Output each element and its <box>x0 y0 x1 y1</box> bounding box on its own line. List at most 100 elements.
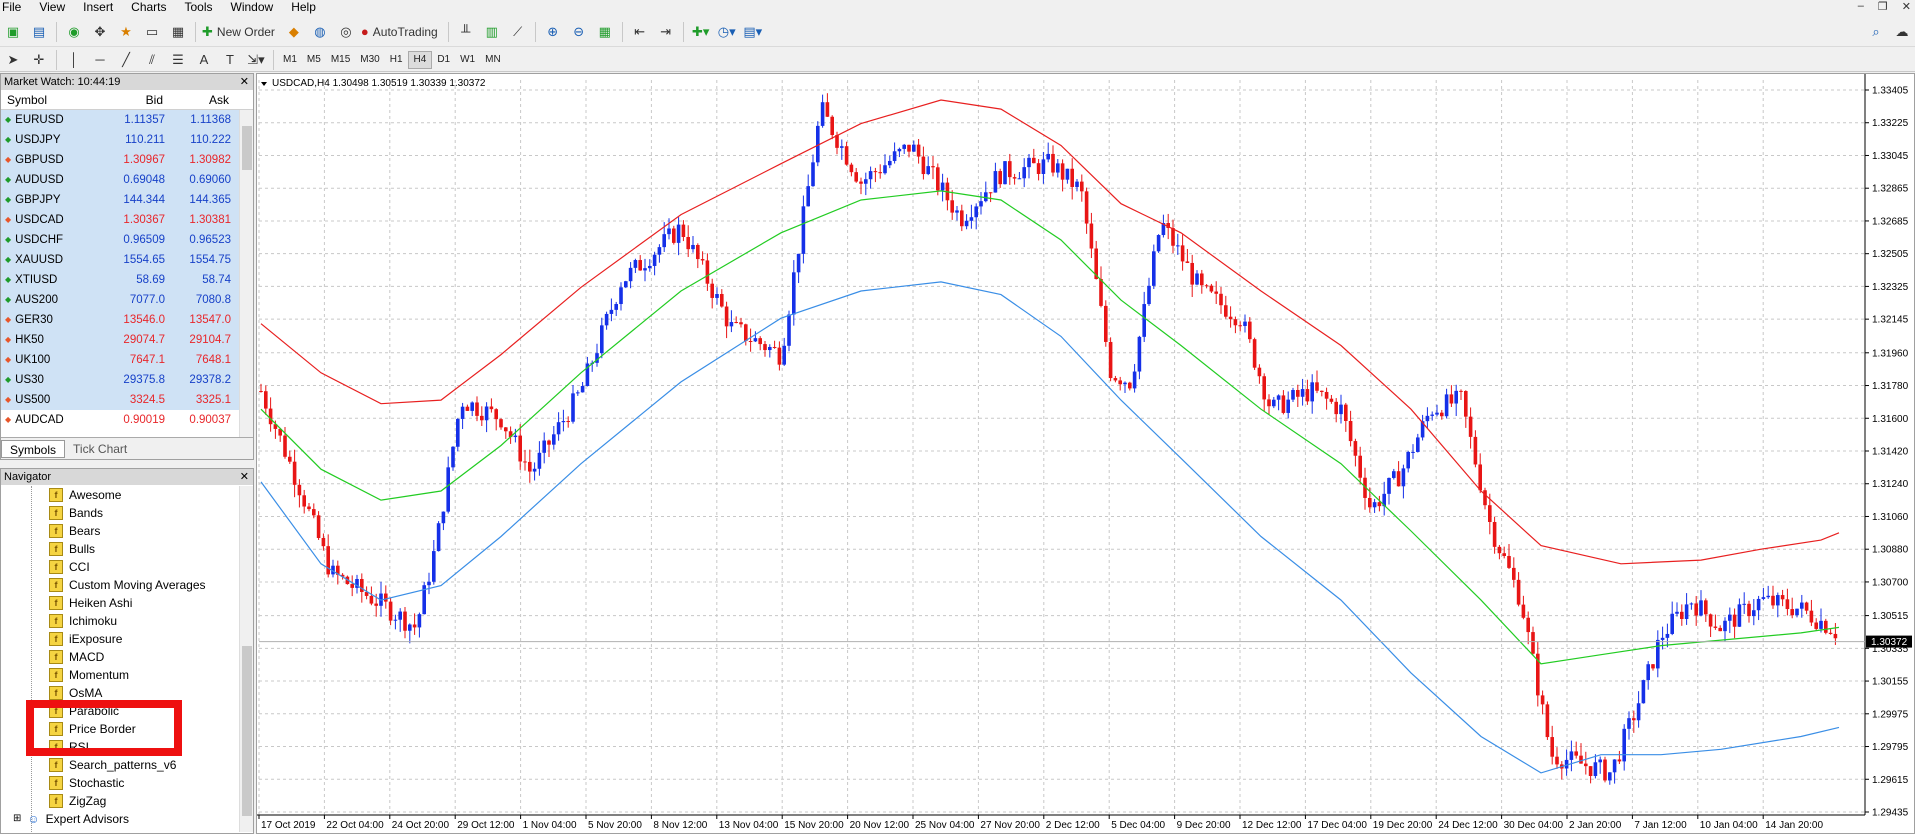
metaeditor-icon[interactable]: ◆ <box>283 21 305 43</box>
close-icon[interactable]: ✕ <box>1902 0 1911 15</box>
navigator-indicator-item[interactable]: f Search_patterns_v6 <box>1 756 237 774</box>
timeframe-h1[interactable]: H1 <box>385 51 408 69</box>
tab-tick-chart[interactable]: Tick Chart <box>65 440 135 458</box>
market-watch-row[interactable]: ◆ USDCHF 0.96509 0.96523 <box>1 230 239 250</box>
timeframe-m15[interactable]: M15 <box>326 51 355 69</box>
market-watch-row[interactable]: ◆ GBPUSD 1.30967 1.30982 <box>1 150 239 170</box>
price-chart[interactable]: 1.33405 1.33225 1.33045 1.32865 1.32685 1.325… <box>257 74 1914 833</box>
market-watch-row[interactable]: ◆ USDJPY 110.211 110.222 <box>1 130 239 150</box>
fibonacci-icon[interactable]: ☰ <box>167 49 189 71</box>
navigator-indicator-item[interactable]: f Bands <box>1 504 237 522</box>
search-icon[interactable]: ⌕ <box>1865 21 1887 43</box>
new-chart-icon[interactable]: ▣ <box>2 21 24 43</box>
options-icon[interactable]: ◍ <box>309 21 331 43</box>
menu-help[interactable]: Help <box>282 0 325 15</box>
menu-window[interactable]: Window <box>222 0 283 15</box>
line-chart-icon[interactable]: ⟋ <box>507 21 529 43</box>
market-watch-row[interactable]: ◆ GBPJPY 144.344 144.365 <box>1 190 239 210</box>
timeframe-h4[interactable]: H4 <box>407 50 433 69</box>
timeframe-w1[interactable]: W1 <box>455 51 480 69</box>
navigator-icon[interactable]: ★ <box>115 21 137 43</box>
menu-view[interactable]: View <box>30 0 74 15</box>
candle-body <box>1267 399 1271 407</box>
timeframe-d1[interactable]: D1 <box>432 51 455 69</box>
navigator-indicator-item[interactable]: f Momentum <box>1 666 237 684</box>
terminal-icon[interactable]: ▭ <box>141 21 163 43</box>
navigator-indicator-item[interactable]: f CCI <box>1 558 237 576</box>
market-watch-row[interactable]: ◆ USDCAD 1.30367 1.30381 <box>1 210 239 230</box>
timeframe-m5[interactable]: M5 <box>302 51 326 69</box>
text-label-icon[interactable]: T <box>219 49 241 71</box>
market-watch-scrollbar[interactable] <box>239 110 253 440</box>
autotrading-button[interactable]: ● AutoTrading <box>361 21 442 43</box>
navigator-indicator-item[interactable]: f Stochastic <box>1 774 237 792</box>
indicators-icon[interactable]: ✚▾ <box>690 21 712 43</box>
tab-symbols[interactable]: Symbols <box>1 439 66 458</box>
templates-icon[interactable]: ▤▾ <box>742 21 764 43</box>
market-watch-row[interactable]: ◆ AUS200 7077.0 7080.8 <box>1 290 239 310</box>
timeframe-mn[interactable]: MN <box>480 51 506 69</box>
chart-window[interactable]: 1.33405 1.33225 1.33045 1.32865 1.32685 1.325… <box>256 73 1915 834</box>
menu-insert[interactable]: Insert <box>74 0 122 15</box>
timeframe-m1[interactable]: M1 <box>278 51 302 69</box>
navigator-indicator-item[interactable]: f MACD <box>1 648 237 666</box>
auto-scroll-icon[interactable]: ⇤ <box>629 21 651 43</box>
navigator-indicator-item[interactable]: f Ichimoku <box>1 612 237 630</box>
market-watch-row[interactable]: ◆ XAUUSD 1554.65 1554.75 <box>1 250 239 270</box>
market-watch-row[interactable]: ◆ US30 29375.8 29378.2 <box>1 370 239 390</box>
chat-icon[interactable]: ☁ <box>1891 21 1913 43</box>
col-symbol[interactable]: Symbol <box>1 90 101 109</box>
equidistant-channel-icon[interactable]: ⫽ <box>141 49 163 71</box>
signals-icon[interactable]: ◎ <box>335 21 357 43</box>
restore-icon[interactable]: ❐ <box>1878 0 1888 15</box>
menu-charts[interactable]: Charts <box>122 0 175 15</box>
menu-file[interactable]: File <box>0 0 30 15</box>
col-ask[interactable]: Ask <box>169 90 235 109</box>
market-watch-row[interactable]: ◆ EURUSD 1.11357 1.11368 <box>1 110 239 130</box>
cursor-icon[interactable]: ➤ <box>2 49 24 71</box>
minimize-icon[interactable]: ‒ <box>1858 0 1864 15</box>
trendline-icon[interactable]: ╱ <box>115 49 137 71</box>
candle-body <box>360 578 364 592</box>
navigator-indicator-item[interactable]: f Custom Moving Averages <box>1 576 237 594</box>
close-icon[interactable]: ✕ <box>240 74 249 90</box>
candle-body <box>715 294 719 298</box>
periods-icon[interactable]: ◷▾ <box>716 21 738 43</box>
market-watch-row[interactable]: ◆ AUDUSD 0.69048 0.69060 <box>1 170 239 190</box>
chart-shift-icon[interactable]: ⇥ <box>655 21 677 43</box>
market-watch-row[interactable]: ◆ GER30 13546.0 13547.0 <box>1 310 239 330</box>
new-order-button[interactable]: ✚ New Order <box>202 21 279 43</box>
market-watch-row[interactable]: ◆ AUDCAD 0.90019 0.90037 <box>1 410 239 430</box>
timeframe-m30[interactable]: M30 <box>355 51 384 69</box>
zoom-in-icon[interactable]: ⊕ <box>542 21 564 43</box>
market-watch-row[interactable]: ◆ HK50 29074.7 29104.7 <box>1 330 239 350</box>
vertical-line-icon[interactable]: │ <box>63 49 85 71</box>
tile-windows-icon[interactable]: ▦ <box>594 21 616 43</box>
navigator-indicator-item[interactable]: f Heiken Ashi <box>1 594 237 612</box>
navigator-indicator-item[interactable]: f ZigZag <box>1 792 237 810</box>
arrows-icon[interactable]: ⇲▾ <box>245 49 267 71</box>
market-watch-row[interactable]: ◆ UK100 7647.1 7648.1 <box>1 350 239 370</box>
market-watch-row[interactable]: ◆ US500 3324.5 3325.1 <box>1 390 239 410</box>
crosshair-icon[interactable]: ✛ <box>28 49 50 71</box>
market-watch-row[interactable]: ◆ XTIUSD 58.69 58.74 <box>1 270 239 290</box>
menu-tools[interactable]: Tools <box>176 0 222 15</box>
profiles-icon[interactable]: ▤ <box>28 21 50 43</box>
candle-body <box>369 595 374 604</box>
navigator-indicator-item[interactable]: f Bears <box>1 522 237 540</box>
navigator-indicator-item[interactable]: f iExposure <box>1 630 237 648</box>
data-window-icon[interactable]: ✥ <box>89 21 111 43</box>
close-icon[interactable]: ✕ <box>240 469 249 485</box>
market-watch-icon[interactable]: ◉ <box>63 21 85 43</box>
text-icon[interactable]: A <box>193 49 215 71</box>
candlestick-icon[interactable]: ▥ <box>481 21 503 43</box>
navigator-expert-advisors[interactable]: ⊞ ☺ Expert Advisors <box>1 810 237 828</box>
bar-chart-icon[interactable]: ╨ <box>455 21 477 43</box>
navigator-indicator-item[interactable]: f Bulls <box>1 540 237 558</box>
strategy-tester-icon[interactable]: ▦ <box>167 21 189 43</box>
navigator-indicator-item[interactable]: f Awesome <box>1 486 237 504</box>
zoom-out-icon[interactable]: ⊖ <box>568 21 590 43</box>
col-bid[interactable]: Bid <box>101 90 169 109</box>
navigator-scrollbar[interactable] <box>239 486 253 832</box>
horizontal-line-icon[interactable]: ─ <box>89 49 111 71</box>
